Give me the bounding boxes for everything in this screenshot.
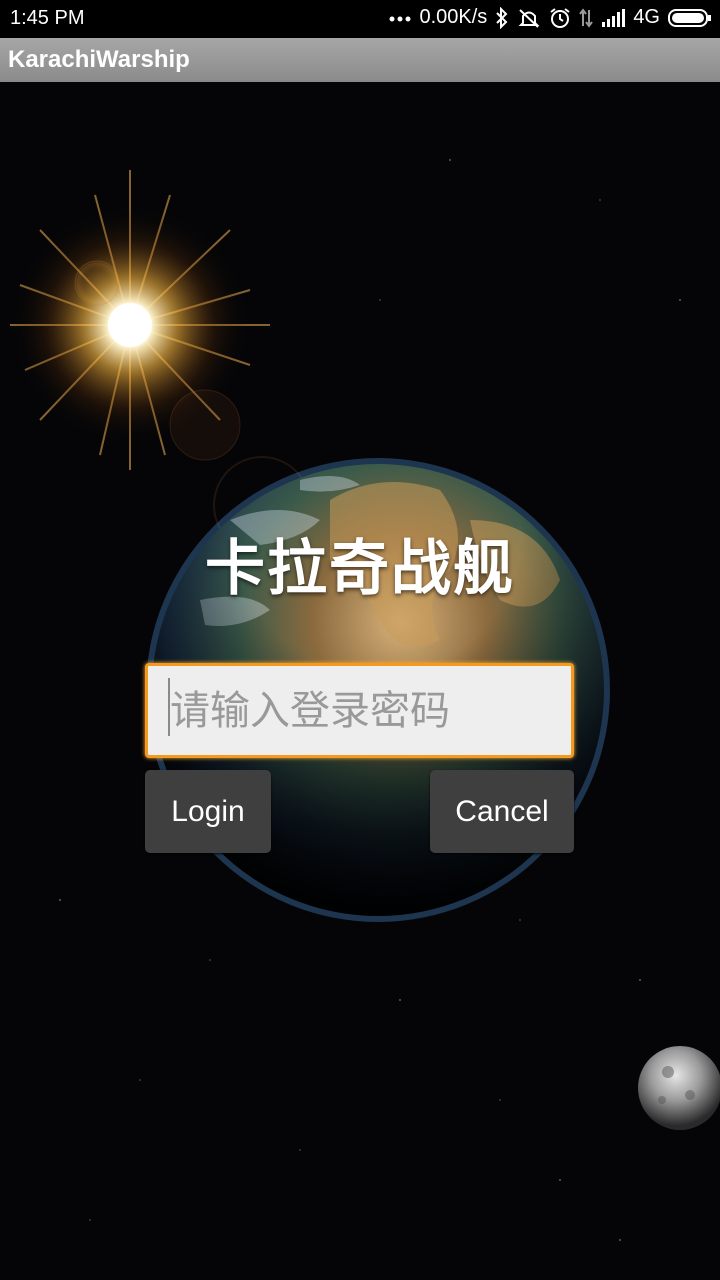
status-bar: 1:45 PM 0.00K/s 4G [0,0,720,38]
battery-icon [668,8,712,28]
screen: 1:45 PM 0.00K/s 4G KarachiWarship 卡拉奇战舰 … [0,0,720,1280]
app-bar: KarachiWarship [0,38,720,83]
network-speed: 0.00K/s [419,6,488,28]
status-time: 1:45 PM [10,7,85,29]
app-login-title: 卡拉奇战舰 [205,534,515,604]
text-cursor [168,678,170,736]
mute-icon [517,7,541,29]
bluetooth-icon [495,6,509,29]
signal-icon [601,8,626,28]
app-title: KarachiWarship [8,46,190,73]
password-input[interactable] [145,663,574,758]
alarm-icon [549,7,571,29]
data-arrows-icon [579,7,594,28]
status-icons: 0.00K/s 4G [389,6,712,29]
cancel-button[interactable]: Cancel [430,770,574,853]
login-button[interactable]: Login [145,770,271,853]
dots-icon [389,13,411,23]
network-type: 4G [633,6,660,28]
